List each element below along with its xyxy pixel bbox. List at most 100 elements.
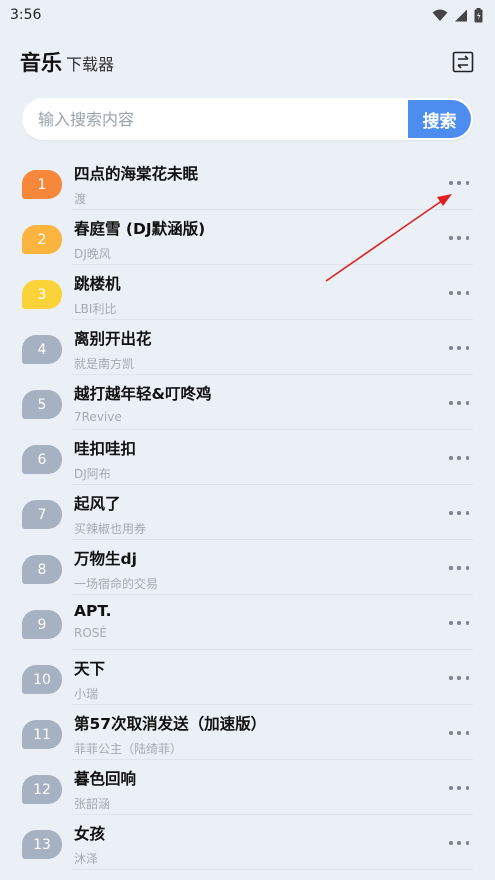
- rank-badge: 13: [22, 830, 62, 859]
- more-dot: [465, 566, 469, 570]
- more-dot: [465, 786, 469, 790]
- more-options-icon[interactable]: [449, 780, 469, 796]
- more-options-icon[interactable]: [449, 835, 469, 851]
- more-dot: [449, 841, 453, 845]
- more-dot: [449, 181, 453, 185]
- rank-badge: 6: [22, 445, 62, 474]
- more-options-icon[interactable]: [449, 285, 469, 301]
- more-options-icon[interactable]: [449, 395, 469, 411]
- battery-icon: [474, 7, 483, 22]
- song-artist: ROSÉ: [74, 626, 107, 640]
- song-title: 跳楼机: [74, 275, 121, 293]
- more-dot: [457, 291, 461, 295]
- song-info: 天下 小瑞: [74, 657, 105, 702]
- app-title: 音乐: [20, 51, 62, 75]
- more-dot: [465, 236, 469, 240]
- song-row[interactable]: 13 女孩 沐泽: [0, 815, 495, 870]
- more-dot: [465, 291, 469, 295]
- song-info: 越打越年轻&叮咚鸡 7Revive: [74, 382, 212, 424]
- song-artist: 7Revive: [74, 410, 122, 424]
- song-info: 暮色回响 张韶涵: [74, 767, 136, 812]
- more-dot: [457, 621, 461, 625]
- status-time: 3:56: [10, 7, 42, 23]
- more-options-icon[interactable]: [449, 340, 469, 356]
- more-dot: [457, 786, 461, 790]
- swap-icon: [452, 51, 474, 73]
- more-dot: [449, 731, 453, 735]
- song-row[interactable]: 9 APT. ROSÉ: [0, 595, 495, 650]
- song-row[interactable]: 5 越打越年轻&叮咚鸡 7Revive: [0, 375, 495, 430]
- more-dot: [449, 456, 453, 460]
- song-row[interactable]: 8 万物生dj 一场宿命的交易: [0, 540, 495, 595]
- song-artist: 小瑞: [74, 687, 99, 701]
- song-artist: 菲菲公主（陆绮菲）: [74, 742, 183, 756]
- song-row[interactable]: 2 春庭雪 (DJ默涵版) DJ晚风: [0, 210, 495, 265]
- song-row[interactable]: 7 起风了 买辣椒也用券: [0, 485, 495, 540]
- song-info: 跳楼机 LBI利比: [74, 272, 121, 317]
- song-artist: 沐泽: [74, 852, 99, 866]
- rank-badge: 10: [22, 665, 62, 694]
- more-options-icon[interactable]: [449, 725, 469, 741]
- more-dot: [457, 401, 461, 405]
- more-dot: [457, 236, 461, 240]
- more-options-icon[interactable]: [449, 615, 469, 631]
- song-info: 第57次取消发送（加速版） 菲菲公主（陆绮菲）: [74, 712, 266, 757]
- more-options-icon[interactable]: [449, 175, 469, 191]
- song-row[interactable]: 10 天下小瑞: [0, 650, 495, 705]
- more-options-icon[interactable]: [449, 230, 469, 246]
- search-button[interactable]: 搜索: [408, 100, 471, 138]
- status-icons: [432, 7, 483, 23]
- song-title: 越打越年轻&叮咚鸡: [74, 385, 212, 403]
- search-input[interactable]: [22, 98, 408, 140]
- more-dot: [449, 346, 453, 350]
- more-dot: [457, 456, 461, 460]
- more-dot: [465, 731, 469, 735]
- rank-badge: 11: [22, 720, 62, 749]
- more-options-icon[interactable]: [449, 450, 469, 466]
- song-info: 起风了 买辣椒也用券: [74, 492, 146, 537]
- song-row[interactable]: 3 跳楼机 LBI利比: [0, 265, 495, 320]
- more-options-icon[interactable]: [449, 670, 469, 686]
- more-dot: [449, 621, 453, 625]
- song-info: 离别开出花 就是南方凯: [74, 327, 152, 372]
- song-title: 万物生dj: [74, 550, 137, 568]
- rank-badge: 12: [22, 775, 62, 804]
- switch-source-button[interactable]: [451, 50, 475, 74]
- more-dot: [449, 401, 453, 405]
- song-title: 起风了: [74, 495, 121, 513]
- rank-badge: 1: [22, 170, 62, 199]
- more-options-icon[interactable]: [449, 560, 469, 576]
- song-row[interactable]: 12 暮色回响张韶涵: [0, 760, 495, 815]
- more-dot: [457, 841, 461, 845]
- more-dot: [465, 841, 469, 845]
- song-info: 女孩 沐泽: [74, 822, 105, 867]
- app-brand: 音乐 下载器: [20, 47, 114, 77]
- song-title: 离别开出花: [74, 330, 152, 348]
- song-title: 天下: [74, 660, 106, 678]
- more-dot: [465, 401, 469, 405]
- song-info: 春庭雪 (DJ默涵版) DJ晚风: [74, 217, 205, 262]
- song-info: 哇扣哇扣 DJ阿布: [74, 437, 136, 482]
- rank-badge: 2: [22, 225, 62, 254]
- more-dot: [457, 181, 461, 185]
- more-dot: [449, 291, 453, 295]
- more-options-icon[interactable]: [449, 505, 469, 521]
- song-row[interactable]: 11 第57次取消发送（加速版） 菲菲公主（陆绮菲）: [0, 705, 495, 760]
- song-title: 春庭雪 (DJ默涵版): [74, 220, 206, 238]
- song-artist: 渡: [74, 192, 87, 206]
- song-row[interactable]: 1 四点的海棠花未眠渡: [0, 155, 495, 210]
- song-title: 暮色回响: [74, 770, 137, 788]
- song-artist: LBI利比: [74, 302, 117, 316]
- app-header: 音乐 下载器: [0, 30, 495, 94]
- more-dot: [465, 181, 469, 185]
- more-dot: [449, 236, 453, 240]
- song-row[interactable]: 4 离别开出花 就是南方凯: [0, 320, 495, 375]
- song-row[interactable]: 6 哇扣哇扣 DJ阿布: [0, 430, 495, 485]
- wifi-icon: [432, 9, 448, 21]
- more-dot: [449, 566, 453, 570]
- more-dot: [465, 676, 469, 680]
- song-artist: 张韶涵: [74, 797, 111, 811]
- song-title: 四点的海棠花未眠: [74, 165, 199, 183]
- song-artist: 买辣椒也用券: [74, 522, 147, 536]
- rank-badge: 4: [22, 335, 62, 364]
